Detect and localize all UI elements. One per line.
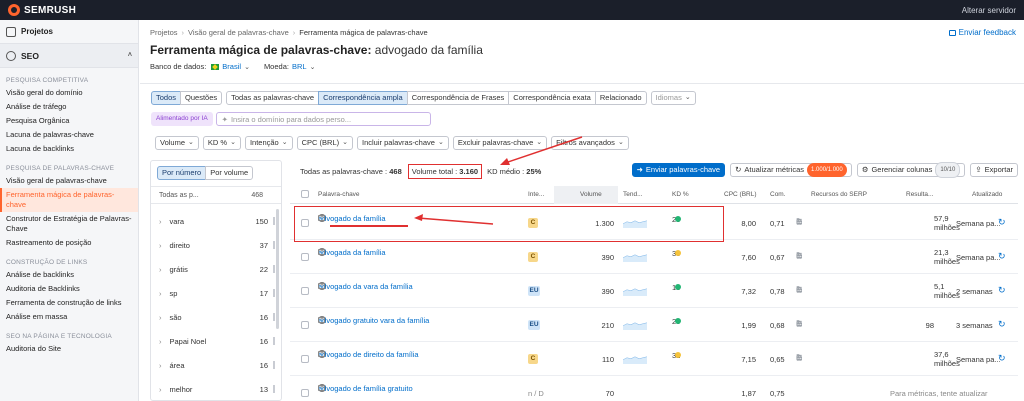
- arrow-line: [504, 136, 583, 164]
- annotation-arrow-volume: [500, 136, 583, 165]
- arrowhead: [500, 158, 510, 165]
